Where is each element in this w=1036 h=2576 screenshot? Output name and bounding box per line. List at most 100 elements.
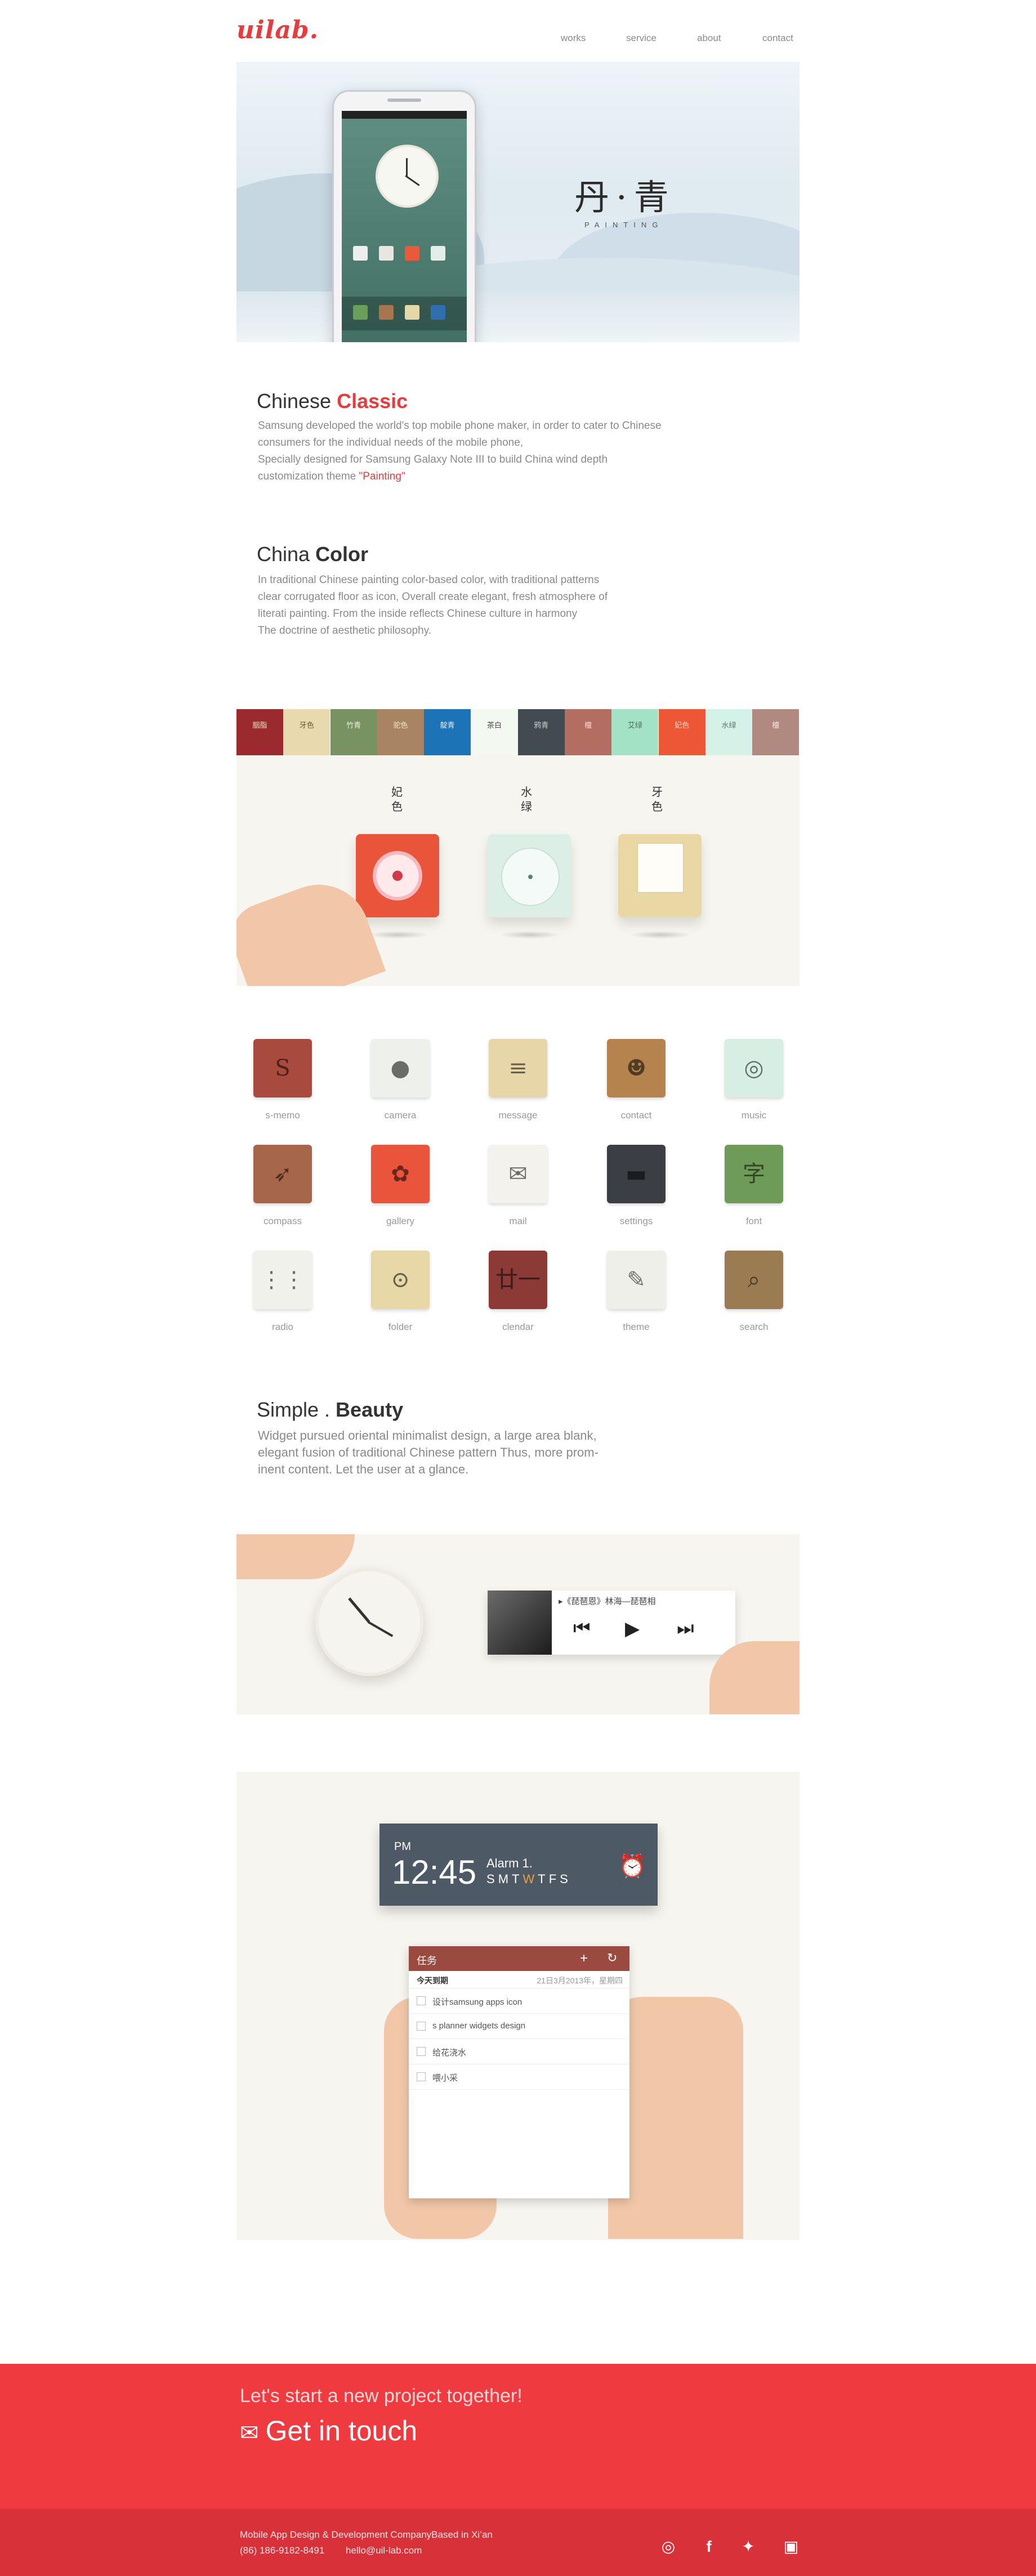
instagram-icon[interactable]: ▣	[782, 2537, 801, 2556]
color-heading: China Color	[257, 543, 368, 566]
mail-icon[interactable]: ✉	[489, 1145, 547, 1203]
alarm-ampm: PM	[394, 1840, 411, 1853]
previous-button[interactable]: ⏮	[573, 1618, 591, 1639]
task-checkbox[interactable]	[417, 1996, 426, 2005]
footer-bar	[0, 2509, 1036, 2576]
icon-label: settings	[619, 1216, 653, 1226]
font-icon[interactable]: 字	[725, 1145, 783, 1203]
icon-label: theme	[623, 1321, 650, 1332]
s-memo-icon[interactable]: S	[253, 1039, 312, 1097]
tasks-title: 任务	[417, 1955, 437, 1966]
color-showcase: 妃色 水绿 牙色	[236, 755, 800, 986]
color-line: clear corrugated floor as icon, Overall …	[258, 591, 608, 603]
clendar-icon[interactable]: 廿一	[489, 1251, 547, 1309]
classic-line: Samsung developed the world's top mobile…	[258, 420, 662, 432]
radio-icon[interactable]: ⋮⋮	[253, 1251, 312, 1309]
icon-label: compass	[263, 1216, 302, 1226]
dribbble-icon[interactable]: ◎	[659, 2537, 678, 2556]
icon-label: search	[739, 1321, 769, 1332]
icon-glyph: ⌕	[747, 1267, 761, 1293]
message-icon[interactable]: ≡	[489, 1039, 547, 1097]
icon-label: clendar	[502, 1321, 534, 1332]
stage-label-shuilv: 水绿	[521, 785, 532, 813]
get-in-touch-link[interactable]: ✉ Get in touch	[240, 2414, 417, 2447]
email-link[interactable]: hello@uil-lab.com	[346, 2545, 422, 2556]
color-swatch: 驼色	[377, 709, 424, 755]
classic-line: customization theme "Painting"	[258, 471, 405, 482]
task-text: 喂小采	[432, 2073, 458, 2083]
add-task-button[interactable]: +	[580, 1951, 588, 1966]
phone-number[interactable]: (86) 186-9182-8491	[240, 2545, 324, 2556]
color-swatch: 艾绿	[611, 709, 659, 755]
alarm-time: 12:45	[392, 1853, 477, 1891]
icon-glyph: ✿	[391, 1161, 410, 1187]
icon-glyph: ✎	[627, 1267, 646, 1293]
beauty-line: inent content. Let the user at a glance.	[258, 1462, 469, 1476]
icon-label: font	[745, 1216, 762, 1226]
twitter-icon[interactable]: ✦	[739, 2537, 758, 2556]
classic-line: consumers for the individual needs of th…	[258, 437, 524, 449]
color-swatch: 檀	[565, 709, 612, 755]
beauty-line: Widget pursued oriental minimalist desig…	[258, 1428, 597, 1442]
beauty-heading-light: Simple .	[257, 1398, 336, 1421]
settings-icon[interactable]: ▬	[607, 1145, 666, 1203]
icon-label: gallery	[386, 1216, 415, 1226]
beauty-paragraph: Widget pursued oriental minimalist desig…	[258, 1427, 742, 1478]
compass-icon[interactable]: ➶	[253, 1145, 312, 1203]
icon-label: mail	[509, 1216, 527, 1226]
color-swatch: 鸦青	[517, 709, 565, 755]
tasks-widget: 任务 + ↻ 今天到期 21日3月2013年，星期四 设计samsung app…	[409, 1946, 629, 2198]
play-button[interactable]: ▶	[625, 1618, 640, 1640]
facebook-icon[interactable]: f	[699, 2537, 718, 2556]
shadow	[367, 931, 429, 939]
refresh-icon[interactable]: ↻	[607, 1951, 617, 1965]
task-list: 设计samsung apps icon s planner widgets des…	[409, 1988, 629, 2090]
color-swatch: 牙色	[283, 709, 331, 755]
music-icon[interactable]: ◎	[725, 1039, 783, 1097]
color-swatch: 竹青	[330, 709, 377, 755]
contact-icon[interactable]: ☻	[607, 1039, 666, 1097]
nav-works[interactable]: works	[561, 33, 586, 44]
nav-about[interactable]: about	[697, 33, 721, 44]
folder-icon[interactable]: ⊙	[371, 1251, 430, 1309]
phone-screen	[342, 111, 467, 342]
gallery-icon[interactable]: ✿	[371, 1145, 430, 1203]
color-swatch: 妃色	[658, 709, 705, 755]
theme-icon[interactable]: ✎	[607, 1251, 666, 1309]
task-row[interactable]: s planner widgets design	[409, 2014, 629, 2039]
stage-label-yase: 牙色	[651, 785, 663, 813]
task-row[interactable]: 喂小采	[409, 2064, 629, 2090]
alarm-clock-icon[interactable]: ⏰	[618, 1853, 646, 1879]
icon-glyph: ●	[390, 1055, 410, 1081]
icon-label: message	[498, 1110, 538, 1121]
stage-label-fei: 妃色	[391, 785, 403, 813]
mail-icon: ✉	[240, 2421, 259, 2445]
classic-heading-accent: Classic	[337, 389, 408, 413]
icon-glyph: ⊙	[391, 1267, 410, 1293]
tasks-due-row: 今天到期 21日3月2013年，星期四	[409, 1971, 629, 1988]
cta-text: Let's start a new project together!	[240, 2385, 523, 2407]
hero-title: 丹·青	[574, 177, 676, 218]
next-button[interactable]: ⏭	[677, 1618, 694, 1639]
color-heading-light: China	[257, 543, 316, 566]
task-text: 设计samsung apps icon	[432, 1997, 523, 2007]
camera-icon[interactable]: ●	[371, 1039, 430, 1097]
painting-highlight: "Painting"	[359, 471, 405, 482]
hero-subtitle: PAINTING	[584, 221, 664, 229]
nav-service[interactable]: service	[626, 33, 657, 44]
task-checkbox[interactable]	[417, 2072, 426, 2081]
search-icon[interactable]: ⌕	[725, 1251, 783, 1309]
nav-contact[interactable]: contact	[762, 33, 793, 44]
color-swatch: 檀	[752, 709, 800, 755]
icon-glyph: ⋮⋮	[260, 1267, 305, 1293]
color-line: The doctrine of aesthetic philosophy.	[258, 625, 432, 637]
music-player-widget: ▸《琵琶恩》林海—琵琶相 ⏮ ▶ ⏭	[488, 1591, 735, 1655]
task-row[interactable]: 给花浇水	[409, 2039, 629, 2064]
beauty-heading-bold: Beauty	[336, 1398, 404, 1421]
color-heading-bold: Color	[315, 543, 369, 566]
task-row[interactable]: 设计samsung apps icon	[409, 1988, 629, 2014]
icon-label: camera	[384, 1110, 417, 1121]
task-checkbox[interactable]	[417, 2022, 426, 2031]
logo[interactable]: uilab.	[236, 16, 319, 44]
task-checkbox[interactable]	[417, 2047, 426, 2056]
